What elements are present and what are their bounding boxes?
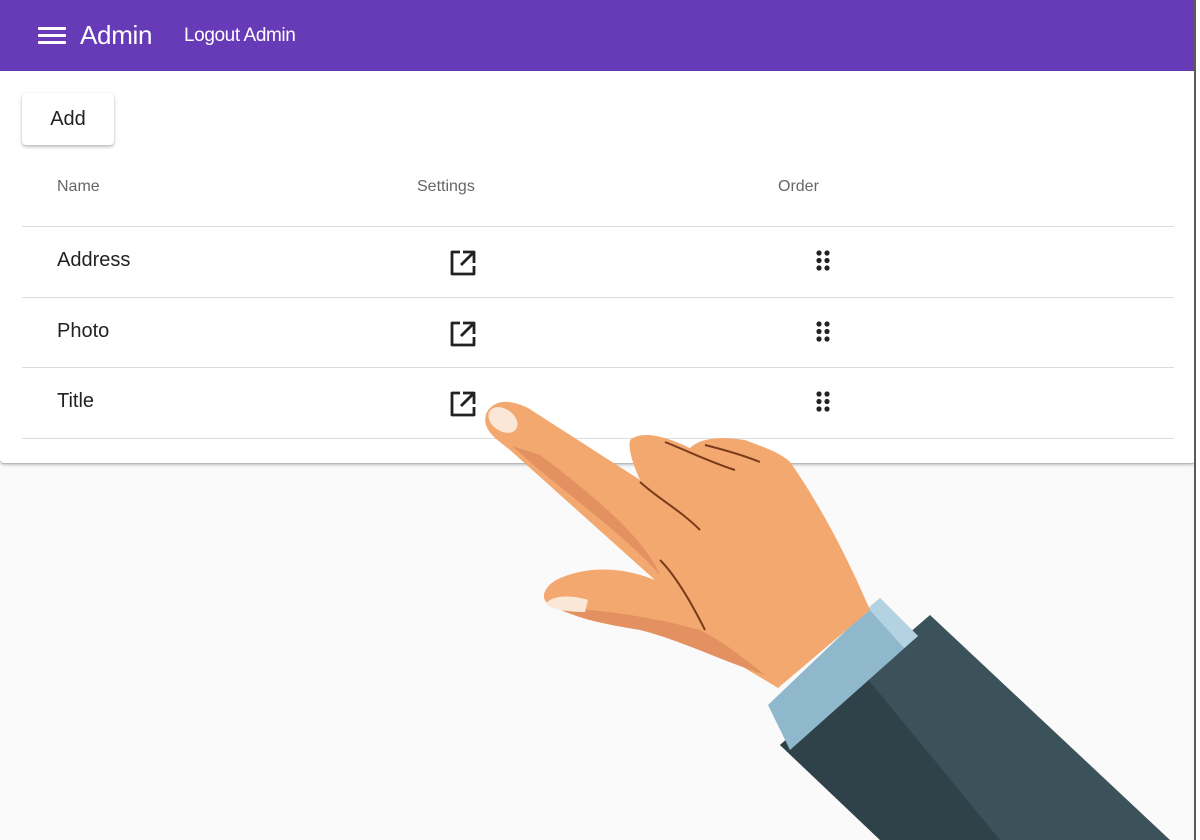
logout-link[interactable]: Logout Admin [184, 25, 296, 47]
add-button[interactable]: Add [22, 93, 114, 145]
top-app-bar: Admin Logout Admin [0, 0, 1194, 71]
open-in-new-icon[interactable] [449, 390, 477, 418]
table-row: Photo [22, 298, 1174, 368]
table-row: Address [22, 227, 1174, 298]
drag-handle-icon[interactable] [814, 249, 834, 275]
column-header-order: Order [778, 178, 819, 195]
app-window: Admin Logout Admin Add Name Settings Ord… [0, 0, 1196, 840]
table-row: Title [22, 368, 1174, 439]
drag-handle-icon[interactable] [814, 390, 834, 416]
drag-handle-icon[interactable] [814, 320, 834, 346]
row-name: Photo [57, 319, 110, 342]
row-name: Address [57, 249, 131, 271]
table-body: Address Photo Title [22, 227, 1174, 439]
open-in-new-icon[interactable] [449, 249, 477, 277]
open-in-new-icon[interactable] [449, 320, 477, 348]
column-header-name: Name [57, 178, 100, 195]
content-card: Add Name Settings Order Address Photo Ti… [0, 71, 1194, 463]
table-header: Name Settings Order [22, 163, 1174, 227]
row-name: Title [57, 390, 95, 412]
app-title: Admin [80, 20, 153, 50]
hamburger-menu-icon[interactable] [38, 26, 66, 46]
column-header-settings: Settings [417, 178, 475, 195]
